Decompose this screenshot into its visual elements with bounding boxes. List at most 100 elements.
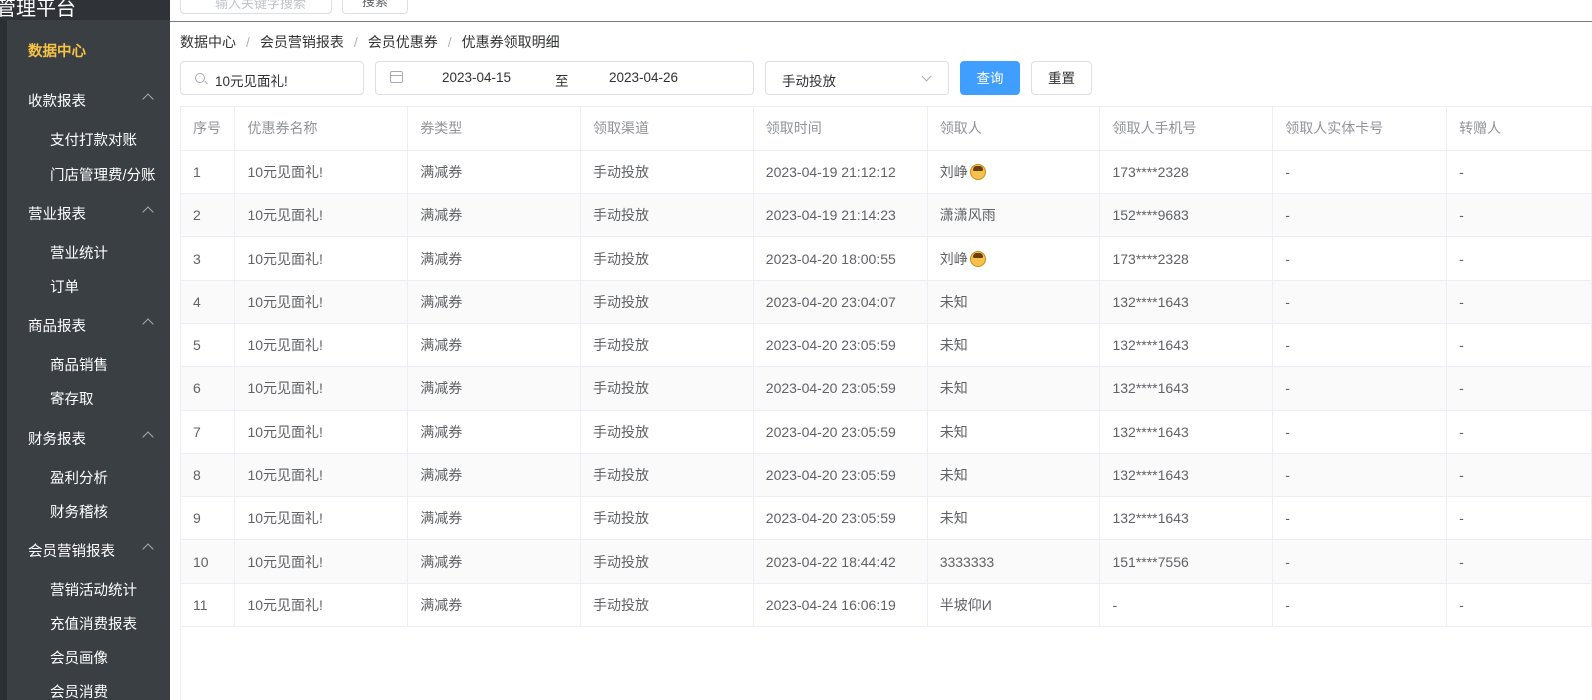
- app-title-bar: 管理平台: [0, 0, 170, 20]
- table-cell: -: [1272, 583, 1448, 628]
- table-cell: 2023-04-19 21:12:12: [753, 150, 928, 195]
- table-cell: 132****1643: [1099, 453, 1274, 498]
- table-cell: 9: [181, 496, 236, 541]
- sidebar-item-payment-reconcile[interactable]: 支付打款对账: [50, 129, 137, 150]
- sidebar-item-audit[interactable]: 财务稽核: [50, 501, 108, 522]
- cell-text: -: [1459, 596, 1464, 613]
- cell-text: 10元见面礼!: [247, 596, 323, 613]
- date-end[interactable]: 2023-04-26: [609, 70, 678, 85]
- table-row: 1 10元见面礼! 满减券 手动投放 2023-04-19 21:12:12 刘峥 173*…: [181, 150, 1592, 195]
- table-cell: -: [1446, 280, 1592, 324]
- table-cell: 3: [181, 236, 236, 281]
- cell-text: 刘峥: [939, 250, 968, 267]
- cell-text: 3: [193, 250, 201, 267]
- cell-text: -: [1459, 207, 1464, 224]
- sidebar-item-store-fee[interactable]: 门店管理费/分账: [50, 164, 156, 185]
- sidebar-group-business[interactable]: 营业报表: [28, 203, 158, 224]
- table-cell: -: [1272, 280, 1448, 324]
- cell-text: 10元见面礼!: [247, 337, 323, 354]
- coupon-claim-table: 序号 优惠券名称 券类型 领取渠道 领取时间 领取人 领取人手机号 领取人实体卡…: [180, 106, 1592, 700]
- top-search-input[interactable]: 输入关键字搜索: [180, 0, 332, 14]
- table-cell: 132****1643: [1099, 280, 1274, 324]
- top-search-button[interactable]: 搜索: [342, 0, 408, 14]
- table-cell: -: [1272, 410, 1448, 454]
- table-cell: 8: [181, 453, 236, 498]
- cell-text: -: [1285, 293, 1290, 310]
- sidebar-item-member-profile[interactable]: 会员画像: [50, 647, 108, 668]
- column-header: 领取人手机号: [1099, 107, 1274, 151]
- sidebar-item-data-center[interactable]: 数据中心: [28, 40, 86, 61]
- table-cell: 10元见面礼!: [234, 539, 409, 584]
- column-header: 转赠人: [1446, 107, 1592, 151]
- table-cell: 10元见面礼!: [234, 366, 409, 411]
- sidebar-item-profit[interactable]: 盈利分析: [50, 467, 108, 488]
- sidebar-item-goods-sales[interactable]: 商品销售: [50, 354, 108, 375]
- cell-text: -: [1285, 250, 1290, 267]
- sidebar-item-member-consume[interactable]: 会员消费: [50, 681, 108, 700]
- cell-text: 潇潇风雨: [939, 207, 996, 224]
- table-cell: 132****1643: [1099, 410, 1274, 454]
- table-row: 4 10元见面礼! 满减券 手动投放 2023-04-20 23:04:07 未知 132*…: [181, 280, 1592, 324]
- table-cell: 7: [181, 410, 236, 454]
- cell-text: 2023-04-20 23:05:59: [765, 380, 896, 397]
- cell-text: -: [1459, 553, 1464, 570]
- cell-text: 未知: [939, 337, 968, 354]
- cell-text: 2023-04-24 16:06:19: [765, 596, 896, 613]
- breadcrumb: 数据中心 / 会员营销报表 / 会员优惠券 / 优惠券领取明细: [180, 34, 560, 50]
- chevron-up-icon: [142, 543, 154, 555]
- sidebar-item-business-stats[interactable]: 营业统计: [50, 242, 108, 263]
- cell-text: 10元见面礼!: [247, 163, 323, 180]
- chevron-up-icon: [142, 431, 154, 443]
- sidebar-item-recharge[interactable]: 充值消费报表: [50, 613, 137, 634]
- column-header: 券类型: [407, 107, 582, 151]
- table-cell: 3333333: [927, 539, 1101, 584]
- cell-text: -: [1285, 207, 1290, 224]
- channel-select[interactable]: 手动投放: [765, 61, 949, 95]
- breadcrumb-item[interactable]: 会员营销报表: [260, 34, 344, 50]
- cell-text: -: [1285, 553, 1290, 570]
- cell-text: 手动投放: [593, 423, 650, 440]
- date-start[interactable]: 2023-04-15: [442, 70, 511, 85]
- cell-text: 半坡仰И: [939, 596, 992, 613]
- table-cell: 满减券: [407, 496, 582, 541]
- cell-text: -: [1285, 510, 1290, 527]
- sidebar-item-orders[interactable]: 订单: [50, 276, 79, 297]
- chevron-down-icon: [921, 71, 932, 82]
- cell-text: 手动投放: [593, 250, 650, 267]
- cell-text: 11: [193, 596, 208, 613]
- cell-text: -: [1285, 337, 1290, 354]
- cell-text: 满减券: [420, 423, 463, 440]
- table-cell: -: [1272, 236, 1448, 281]
- table-row: 7 10元见面礼! 满减券 手动投放 2023-04-20 23:05:59 未知 132*…: [181, 410, 1592, 454]
- cell-text: 满减券: [420, 293, 463, 310]
- table-cell: 手动投放: [580, 583, 754, 628]
- reset-button[interactable]: 重置: [1031, 61, 1092, 95]
- breadcrumb-item[interactable]: 会员优惠券: [368, 34, 438, 50]
- sidebar-group-payment[interactable]: 收款报表: [28, 90, 158, 111]
- breadcrumb-item[interactable]: 数据中心: [180, 34, 236, 50]
- table-cell: -: [1446, 193, 1592, 238]
- sidebar-group-finance[interactable]: 财务报表: [28, 428, 158, 449]
- table-cell: 132****1643: [1099, 366, 1274, 411]
- query-button[interactable]: 查询: [960, 61, 1020, 95]
- cell-text: 2023-04-20 23:05:59: [765, 337, 896, 354]
- coupon-name-input[interactable]: 10元见面礼!: [180, 61, 364, 95]
- sidebar-item-storage[interactable]: 寄存取: [50, 388, 94, 409]
- chevron-up-icon: [142, 93, 154, 105]
- cell-text: 未知: [939, 467, 968, 484]
- table-cell: 手动投放: [580, 496, 754, 541]
- table-cell: 173****2328: [1099, 236, 1274, 281]
- table-cell: 刘峥: [927, 150, 1101, 195]
- cell-text: 5: [193, 337, 201, 354]
- table-cell: 2023-04-20 23:05:59: [753, 410, 928, 454]
- date-range-picker[interactable]: 2023-04-15 至 2023-04-26: [375, 61, 754, 95]
- sidebar-item-campaign-stats[interactable]: 营销活动统计: [50, 579, 137, 600]
- cell-text: -: [1459, 510, 1464, 527]
- table-cell: 满减券: [407, 150, 582, 195]
- table-cell: 手动投放: [580, 150, 754, 195]
- sidebar-group-goods[interactable]: 商品报表: [28, 315, 158, 336]
- cell-text: 未知: [939, 380, 968, 397]
- table-cell: -: [1272, 366, 1448, 411]
- cell-text: -: [1112, 596, 1118, 613]
- sidebar-group-member[interactable]: 会员营销报表: [28, 540, 158, 561]
